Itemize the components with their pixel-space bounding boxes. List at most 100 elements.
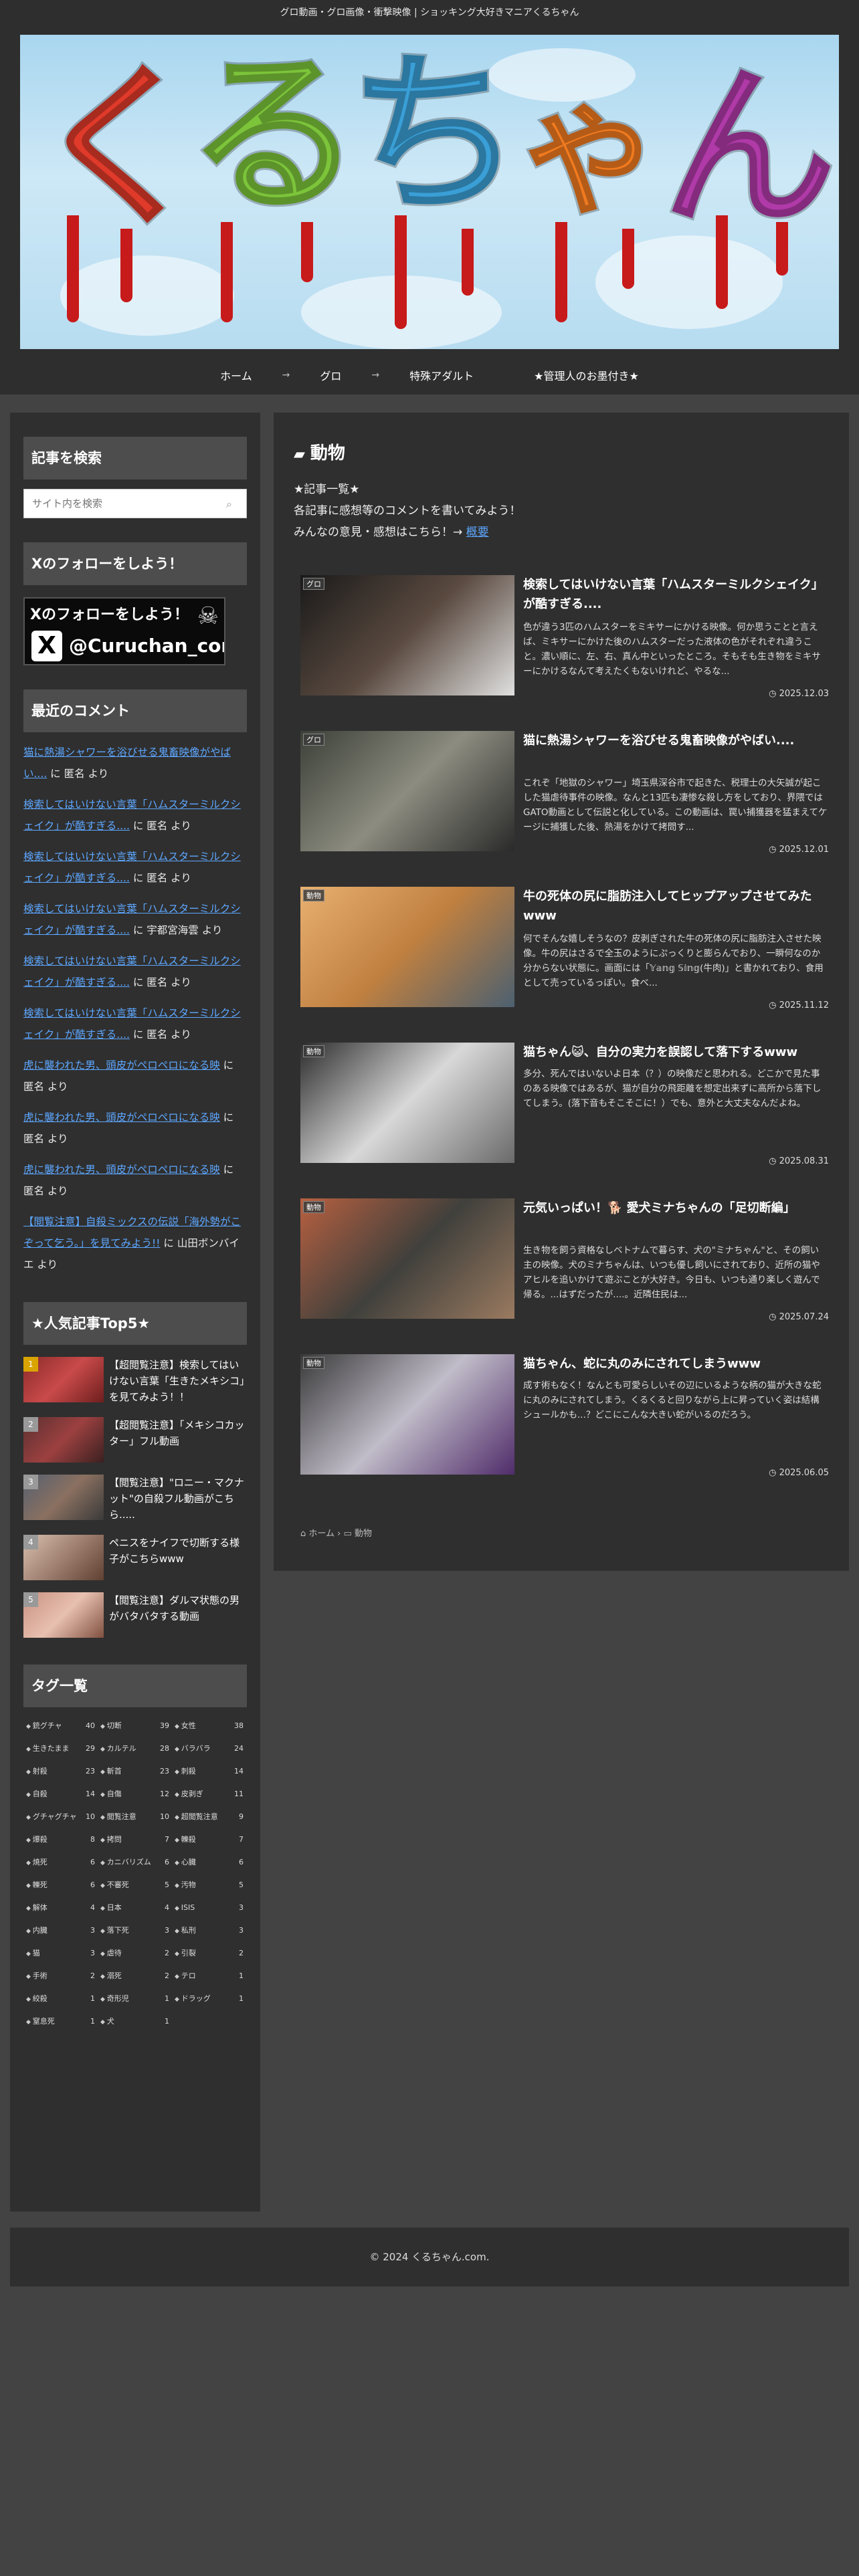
tag-name: バラバラ (175, 1743, 211, 1753)
tag-link[interactable]: 窒息死 1 (23, 2010, 98, 2032)
tag-link[interactable]: ドラッグ 1 (172, 1987, 246, 2010)
search-icon[interactable]: ⌕ (226, 498, 238, 510)
article-card[interactable]: 動物 元気いっぱい！🐕 愛犬ミナちゃんの「足切断編」 生き物を飼う資格なしベトナムで… (300, 1198, 836, 1325)
popular-thumbnail[interactable]: 2 (23, 1417, 104, 1463)
tag-link[interactable]: 刺殺 14 (172, 1759, 246, 1782)
article-title[interactable]: 検索してはいけない言葉「ハムスターミルクシェイク」が酷すぎる.... (523, 575, 828, 614)
popular-item[interactable]: 4 ペニスをナイフで切断する様子がこちらwww (23, 1535, 247, 1580)
popular-item[interactable]: 5 【閲覧注意】ダルマ状態の男がバタバタする動画 (23, 1592, 247, 1638)
tag-name: カルテル (100, 1743, 136, 1753)
popular-title[interactable]: 【超閲覧注意】「メキシコカッター」フル動画 (109, 1417, 247, 1449)
tag-link[interactable]: 超閲覧注意 9 (172, 1805, 246, 1828)
tag-link[interactable]: バラバラ 24 (172, 1737, 246, 1759)
nav-item-guro[interactable]: グロ (290, 367, 371, 383)
tag-link[interactable]: 犬1 (98, 2010, 172, 2032)
tag-link[interactable]: ISIS 3 (172, 1896, 246, 1919)
popular-item[interactable]: 2 【超閲覧注意】「メキシコカッター」フル動画 (23, 1417, 247, 1463)
tag-link[interactable]: 皮剥ぎ 11 (172, 1782, 246, 1805)
tag-name: 犬 (100, 2016, 114, 2026)
article-snippet: 何でそんな嬉しそうなの？皮剥ぎされた牛の死体の尻に脂肪注入させた映像。牛の尻はさ… (523, 934, 824, 988)
tag-link[interactable]: 射殺 23 (23, 1759, 98, 1782)
popular-thumbnail[interactable]: 1 (23, 1357, 104, 1402)
nav-item-special-adult[interactable]: 特殊アダルト (379, 367, 504, 383)
popular-title[interactable]: 【閲覧注意】"ロニー・マクナット"の自殺フル動画がこちら..... (109, 1475, 247, 1523)
tag-link[interactable]: 拷問 7 (98, 1828, 172, 1850)
popular-thumbnail[interactable]: 3 (23, 1475, 104, 1520)
tag-link[interactable]: 不審死 5 (98, 1873, 172, 1896)
tag-link[interactable]: 引裂 2 (172, 1941, 246, 1964)
site-logo-banner[interactable]: く る ち ゃ ん (20, 35, 839, 349)
popular-item[interactable]: 1 【超閲覧注意】検索してはいけない言葉「生きたメキシコ」を見てみよう！！ (23, 1357, 247, 1405)
tag-link[interactable]: 猫3 (23, 1941, 98, 1964)
tag-link[interactable]: 爆殺 8 (23, 1828, 98, 1850)
tag-count: 1 (165, 2016, 169, 2026)
search-input[interactable] (32, 498, 226, 510)
breadcrumb-home[interactable]: ホーム (308, 1529, 335, 1539)
nav-item-admin-picks[interactable]: ★管理人のお墨付き★ (504, 367, 669, 383)
tag-link[interactable]: カニバリズム 6 (98, 1850, 172, 1873)
article-card[interactable]: 動物 猫ちゃん、蛇に丸のみにされてしまうwww 成す術もなく！なんとも可愛らしいその… (300, 1354, 836, 1481)
tag-link[interactable]: 自傷 12 (98, 1782, 172, 1805)
recent-comment: 【閲覧注意】自殺ミックスの伝説「海外勢がこぞって乞う。」を見てみよう!! に 山… (23, 1211, 247, 1275)
tag-link[interactable]: 切断 39 (98, 1714, 172, 1737)
tag-link[interactable]: 自殺 14 (23, 1782, 98, 1805)
article-title[interactable]: 牛の死体の尻に脂肪注入してヒップアップさせてみたwww (523, 887, 828, 926)
article-thumbnail[interactable]: グロ (300, 575, 514, 695)
article-title[interactable]: 猫に熱湯シャワーを浴びせる鬼畜映像がやばい.... (523, 731, 828, 750)
tag-link[interactable]: 斬首 23 (98, 1759, 172, 1782)
article-date: 2025.11.12 (769, 1000, 829, 1010)
intro-link[interactable]: 概要 (466, 526, 489, 539)
tag-link[interactable]: 汚物 5 (172, 1873, 246, 1896)
recent-comment-link[interactable]: 虎に襲われた男、頭皮がペロペロになる映 (23, 1059, 220, 1071)
tag-link[interactable]: 焼死 6 (23, 1850, 98, 1873)
tag-link[interactable]: 閲覧注意 10 (98, 1805, 172, 1828)
tag-link[interactable]: 解体 4 (23, 1896, 98, 1919)
tag-link[interactable]: 落下死 3 (98, 1919, 172, 1941)
article-title[interactable]: 猫ちゃん😺、自分の実力を誤認して落下するwww (523, 1043, 828, 1062)
recent-comment-author: に 匿名 より (129, 976, 191, 988)
tag-link[interactable]: 絞殺 1 (23, 1987, 98, 2010)
tag-link[interactable]: カルテル 28 (98, 1737, 172, 1759)
tag-link[interactable]: 日本 4 (98, 1896, 172, 1919)
tag-name: 私刑 (175, 1925, 196, 1935)
category-intro: ★記事一覧★ 各記事に感想等のコメントを書いてみよう！ みんなの意見・感想はこち… (294, 479, 829, 543)
popular-thumbnail[interactable]: 4 (23, 1535, 104, 1580)
article-card[interactable]: グロ 検索してはいけない言葉「ハムスターミルクシェイク」が酷すぎる.... 色が違う… (300, 575, 836, 702)
tag-link[interactable]: 銃グチャ 40 (23, 1714, 98, 1737)
tag-link[interactable]: 轢死 6 (23, 1873, 98, 1896)
tag-link[interactable]: 心臓 6 (172, 1850, 246, 1873)
article-card[interactable]: グロ 猫に熱湯シャワーを浴びせる鬼畜映像がやばい.... これぞ「地獄のシャワー」埼… (300, 731, 836, 858)
recent-comment-link[interactable]: 虎に襲われた男、頭皮がペロペロになる映 (23, 1111, 220, 1123)
tag-link[interactable]: 私刑 3 (172, 1919, 246, 1941)
tag-link[interactable]: 轢殺 7 (172, 1828, 246, 1850)
tag-link[interactable]: 生きたまま 29 (23, 1737, 98, 1759)
tag-link[interactable]: 女性 38 (172, 1714, 246, 1737)
article-thumbnail[interactable]: 動物 (300, 1198, 514, 1319)
tag-count: 5 (239, 1880, 244, 1889)
tag-link[interactable]: テロ 1 (172, 1964, 246, 1987)
tag-link[interactable]: グチャグチャ 10 (23, 1805, 98, 1828)
article-thumbnail[interactable]: 動物 (300, 1043, 514, 1163)
article-title[interactable]: 元気いっぱい！🐕 愛犬ミナちゃんの「足切断編」 (523, 1198, 828, 1218)
tag-link[interactable]: 奇形児 1 (98, 1987, 172, 2010)
tag-link[interactable]: 手術 2 (23, 1964, 98, 1987)
recent-comment-link[interactable]: 虎に襲われた男、頭皮がペロペロになる映 (23, 1164, 220, 1176)
tag-link[interactable]: 内臓 3 (23, 1919, 98, 1941)
article-thumbnail[interactable]: 動物 (300, 887, 514, 1007)
nav-item-home[interactable]: ホーム (190, 367, 282, 383)
recent-comment: 検索してはいけない言葉「ハムスターミルクシェイク」が酷すぎる.... に 匿名 … (23, 794, 247, 837)
popular-title[interactable]: 【閲覧注意】ダルマ状態の男がバタバタする動画 (109, 1592, 247, 1624)
folder-icon: ▭ (343, 1529, 355, 1539)
article-title[interactable]: 猫ちゃん、蛇に丸のみにされてしまうwww (523, 1354, 828, 1374)
popular-title[interactable]: ペニスをナイフで切断する様子がこちらwww (109, 1535, 247, 1567)
tag-link[interactable]: 虐待 2 (98, 1941, 172, 1964)
popular-item[interactable]: 3 【閲覧注意】"ロニー・マクナット"の自殺フル動画がこちら..... (23, 1475, 247, 1523)
x-follow-banner[interactable]: Xのフォローをしよう！ X @Curuchan_com ☠ (23, 597, 225, 665)
article-card[interactable]: 動物 牛の死体の尻に脂肪注入してヒップアップさせてみたwww 何でそんな嬉しそうなの… (300, 887, 836, 1014)
article-thumbnail[interactable]: グロ (300, 731, 514, 851)
article-thumbnail[interactable]: 動物 (300, 1354, 514, 1475)
popular-title[interactable]: 【超閲覧注意】検索してはいけない言葉「生きたメキシコ」を見てみよう！！ (109, 1357, 247, 1405)
article-card[interactable]: 動物 猫ちゃん😺、自分の実力を誤認して落下するwww 多分、死んではいないよ日本（？… (300, 1043, 836, 1170)
popular-thumbnail[interactable]: 5 (23, 1592, 104, 1638)
tag-link[interactable]: 溺死 2 (98, 1964, 172, 1987)
